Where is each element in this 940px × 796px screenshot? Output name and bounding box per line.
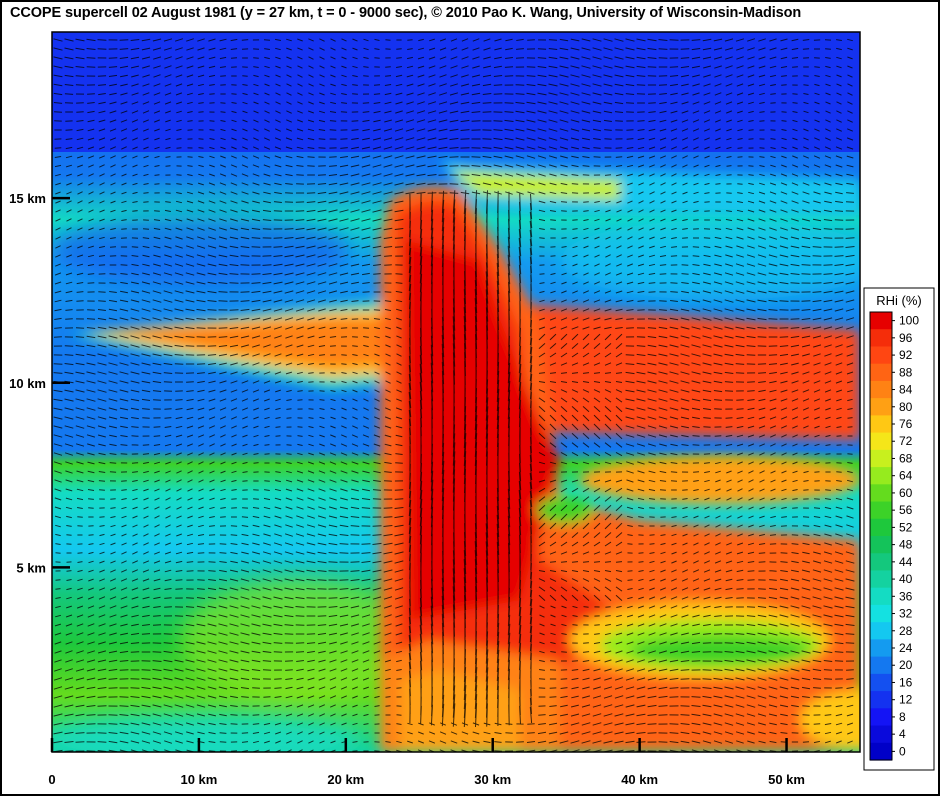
colorbar-swatch — [870, 725, 892, 744]
colorbar-swatch — [870, 346, 892, 365]
colorbar-label: 76 — [899, 417, 913, 431]
colorbar: RHi (%)100969288848076726864605652484440… — [863, 287, 935, 771]
x-tick-label: 50 km — [768, 772, 805, 787]
colorbar-label: 84 — [899, 383, 913, 397]
colorbar-swatch — [870, 415, 892, 434]
colorbar-swatch — [870, 363, 892, 382]
colorbar-swatch — [870, 587, 892, 606]
colorbar-title: RHi (%) — [876, 293, 922, 308]
colorbar-label: 100 — [899, 314, 919, 328]
colorbar-label: 28 — [899, 624, 913, 638]
colorbar-swatch — [870, 484, 892, 503]
colorbar-label: 80 — [899, 400, 913, 414]
x-tick-label: 20 km — [327, 772, 364, 787]
y-tick-label: 5 km — [16, 560, 46, 575]
colorbar-swatch — [870, 708, 892, 727]
colorbar-swatch — [870, 570, 892, 589]
colorbar-label: 96 — [899, 331, 913, 345]
colorbar-label: 20 — [899, 658, 913, 672]
x-tick-label: 0 — [48, 772, 55, 787]
colorbar-swatch — [870, 329, 892, 348]
x-tick-label: 10 km — [180, 772, 217, 787]
colorbar-swatch — [870, 432, 892, 451]
colorbar-label: 64 — [899, 469, 913, 483]
colorbar-swatch — [870, 398, 892, 416]
colorbar-swatch — [870, 604, 892, 623]
colorbar-swatch — [870, 742, 892, 761]
colorbar-swatch — [870, 518, 892, 537]
colorbar-label: 40 — [899, 572, 913, 586]
colorbar-label: 8 — [899, 710, 906, 724]
colorbar-label: 36 — [899, 589, 913, 603]
colorbar-swatch — [870, 312, 892, 330]
colorbar-label: 16 — [899, 675, 913, 689]
colorbar-label: 44 — [899, 555, 913, 569]
colorbar-swatch — [870, 622, 892, 640]
colorbar-swatch — [870, 673, 892, 692]
colorbar-swatch — [870, 380, 892, 399]
heatmap-field — [52, 32, 860, 752]
colorbar-label: 56 — [899, 503, 913, 517]
colorbar-label: 24 — [899, 641, 913, 655]
colorbar-label: 52 — [899, 520, 913, 534]
colorbar-swatch — [870, 449, 892, 468]
y-tick-label: 15 km — [9, 191, 46, 206]
colorbar-label: 88 — [899, 365, 913, 379]
colorbar-swatch — [870, 501, 892, 520]
chart-figure: 0 10 km 20 km 30 km 40 km 50 km 5 km 10 km 15 k… — [9, 31, 935, 787]
x-tick-label: 30 km — [474, 772, 511, 787]
colorbar-label: 12 — [899, 693, 913, 707]
y-tick-label: 10 km — [9, 376, 46, 391]
colorbar-swatch — [870, 639, 892, 658]
colorbar-label: 32 — [899, 607, 913, 621]
colorbar-swatch — [870, 467, 892, 485]
colorbar-swatch — [870, 656, 892, 675]
colorbar-label: 60 — [899, 486, 913, 500]
colorbar-swatch — [870, 536, 892, 554]
colorbar-label: 68 — [899, 451, 913, 465]
colorbar-label: 92 — [899, 348, 913, 362]
colorbar-label: 48 — [899, 538, 913, 552]
colorbar-label: 0 — [899, 744, 906, 758]
colorbar-swatch — [870, 553, 892, 572]
colorbar-swatch — [870, 691, 892, 709]
x-tick-label: 40 km — [621, 772, 658, 787]
colorbar-label: 72 — [899, 434, 913, 448]
colorbar-label: 4 — [899, 727, 906, 741]
